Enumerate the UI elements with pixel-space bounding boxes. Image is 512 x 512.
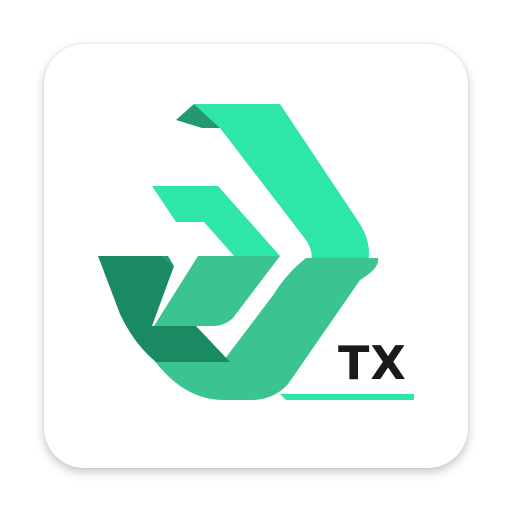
inner-chevron-top [152, 186, 280, 256]
badge-text-tx: TX [338, 336, 407, 390]
app-icon-tile[interactable]: TX [44, 44, 468, 468]
chevron-arrow-logo-icon [98, 104, 414, 400]
screen: TX [0, 0, 512, 512]
underline-bar [280, 394, 414, 400]
